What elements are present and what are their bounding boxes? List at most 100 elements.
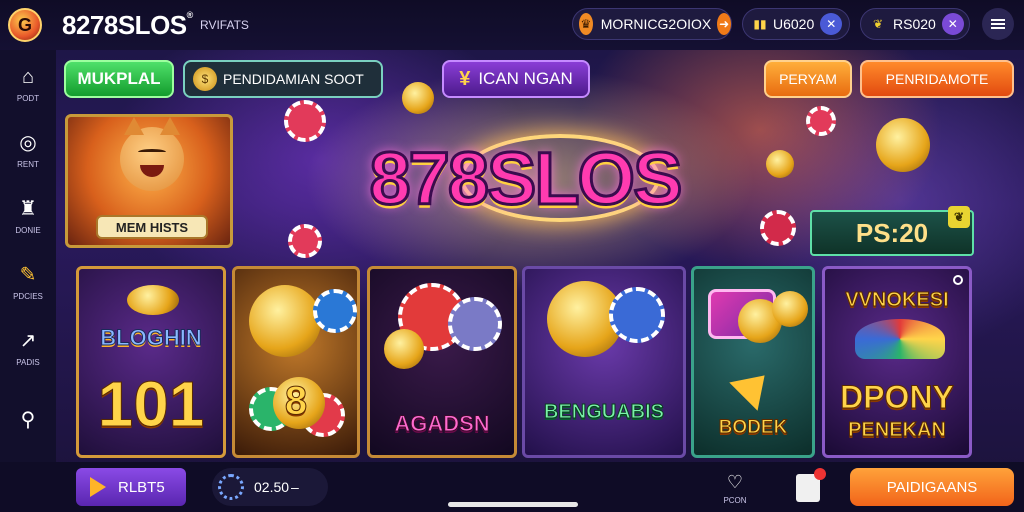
game-card-4[interactable]: BENGUABIS [522,266,686,458]
bet-selector[interactable]: 02.50 – [212,468,328,506]
sidebar-item-puzzle[interactable]: ♜ DONIE [0,186,56,246]
poker-chip-icon [313,289,357,333]
featured-game-label: MEM HISTS [96,215,208,239]
balance-pill[interactable]: ♛ MORNICG2OIOX ➜ [572,8,732,40]
shop-label: PCON [723,495,747,505]
poker-chip-decoration [806,106,836,136]
game-card-title: VVNOKESI [845,289,949,312]
chip-dark-label: PENDIDAMIAN SOOT [223,71,364,87]
game-card-value: 8 [284,379,308,424]
cat-eyes [138,149,166,155]
game-card-value: 101 [97,368,205,441]
app-title-text: 8278SLOS [62,10,187,40]
app-logo-glyph: G [17,14,32,35]
edit-icon: ✎ [19,263,37,286]
cta-button[interactable]: PAIDIGAANS [850,468,1014,506]
promo-badge[interactable]: PS:20 ❦ [810,206,974,256]
game-card-2[interactable]: 8 [232,266,360,458]
game-card-subtitle: PENEKAN [848,419,947,442]
trademark-mark: ® [186,10,194,20]
chip-dark-button[interactable]: $ PENDIDAMIAN SOOT [183,60,383,98]
chip-purple-button[interactable]: ¥ ICAN NGAN [442,60,590,98]
chip-orange-wide-button[interactable]: PENRIDAMOTE [860,60,1014,98]
play-button-label: RLBT5 [118,478,165,496]
coin-icon [249,285,321,357]
arrow-icon [729,361,779,411]
poker-chip-icon [448,297,502,351]
game-card-title: BLOGHIN [100,325,202,351]
hero-logo: 878SLOS [340,126,710,230]
shop-button[interactable]: ♡ PCON [708,466,762,510]
sidebar-item-label: PADIS [16,357,40,367]
yen-icon: ¥ [459,67,471,90]
chip-green-button[interactable]: MUKPLAL [64,60,174,98]
poker-chip-decoration [760,210,796,246]
coins-pill[interactable]: ▮▮ U6020 ✕ [742,8,850,40]
sidebar-item-search[interactable]: ⚲ [0,390,56,450]
notification-button[interactable] [796,468,826,502]
app-subtitle: RVIFATS [200,18,249,32]
game-card-6[interactable]: VVNOKESI DPONY PENEKAN [822,266,972,458]
hero-logo-text: 878SLOS [368,135,684,221]
chip-purple-label: ICAN NGAN [478,69,573,88]
leaf-icon: ❦ [872,17,884,31]
coins-text: U6020 [773,16,815,32]
balance-text: MORNICG2OIOX [600,16,712,32]
cat-mascot-icon [120,117,184,191]
gems-text: RS020 [893,16,936,32]
coin-icon [772,291,808,327]
coin-decoration [876,118,930,172]
arrow-icon: ➜ [717,13,731,35]
home-icon: ⌂ [21,65,35,88]
sidebar-item-edit[interactable]: ✎ PDCIES [0,252,56,312]
sidebar-item-target[interactable]: ◎ RENT [0,120,56,180]
poker-chip-icon [609,287,665,343]
chip-stack-icon [127,285,179,315]
hamburger-icon [991,17,1005,31]
notification-dot-icon [814,468,826,480]
home-indicator[interactable] [448,502,578,507]
sidebar: ⌂ PODT ◎ RENT ♜ DONIE ✎ PDCIES ↗ PADIS ⚲ [0,50,56,462]
gear-icon [218,474,244,500]
app-logo[interactable]: G [8,8,42,42]
play-icon [90,477,106,497]
coin-icon: $ [193,67,217,91]
sidebar-item-home[interactable]: ⌂ PODT [0,54,56,114]
play-button[interactable]: RLBT5 [76,468,186,506]
sidebar-item-label: PDCIES [13,291,43,301]
bet-dash: – [291,479,299,495]
coin-icon [384,329,424,369]
info-dot-icon [953,275,963,285]
sidebar-item-label: DONIE [15,225,41,235]
game-card-value: DPONY [840,379,955,416]
game-card-5[interactable]: BODEK [691,266,815,458]
gems-pill[interactable]: ❦ RS020 ✕ [860,8,970,40]
x-icon: ✕ [820,13,843,35]
top-bar: G 8278SLOS® RVIFATS ♛ MORNICG2OIOX ➜ ▮▮ … [0,0,1024,50]
game-card-title: BENGUABIS [543,401,664,424]
chip-orange-button[interactable]: PERYAM [764,60,852,98]
menu-button[interactable] [982,8,1014,40]
featured-game-tile[interactable]: MEM HISTS [65,114,233,248]
poker-chip-decoration [288,224,322,258]
coin-decoration [766,150,794,178]
game-card-title: AGADSN [394,411,490,437]
leaf-icon: ❦ [948,206,970,228]
coin-decoration [402,82,434,114]
sidebar-item-share[interactable]: ↗ PADIS [0,318,56,378]
poker-chip-decoration [284,100,326,142]
sidebar-item-label: RENT [17,159,39,169]
target-icon: ◎ [19,131,37,154]
wheel-icon [855,319,945,359]
cat-smile [140,165,164,177]
x-icon: ✕ [941,13,964,35]
app-title: 8278SLOS® [62,10,193,41]
bet-value: 02.50 [254,479,290,495]
bag-icon: ♡ [726,471,744,492]
game-card-1[interactable]: BLOGHIN 101 [76,266,226,458]
game-card-3[interactable]: AGADSN [367,266,517,458]
game-card-title: BODEK [718,417,788,439]
share-icon: ↗ [19,329,37,352]
promo-badge-text: PS:20 [855,217,929,248]
search-icon: ⚲ [20,409,36,431]
